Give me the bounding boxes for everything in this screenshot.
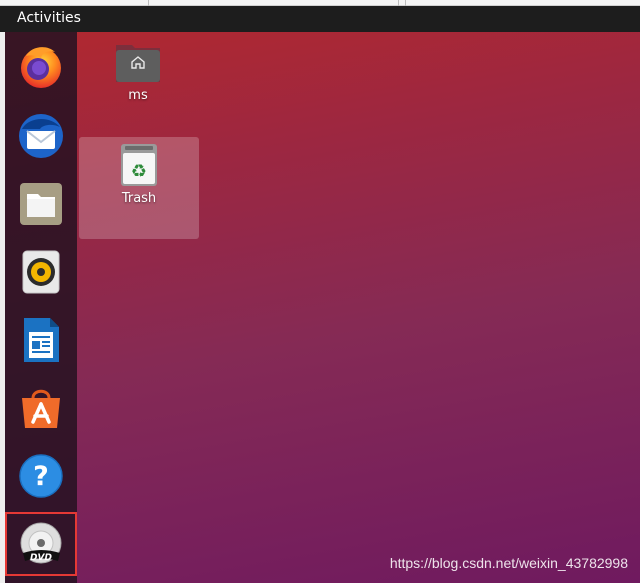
desktop-icon-label: ms — [128, 88, 148, 103]
trash-icon: ♻ — [121, 144, 157, 186]
software-bag-icon — [22, 389, 60, 428]
dock-item-rhythmbox[interactable] — [5, 240, 77, 304]
dock-item-libreoffice-writer[interactable] — [5, 308, 77, 372]
desktop-background — [0, 32, 640, 583]
help-icon: ? — [19, 454, 63, 498]
dock-item-ubuntu-software[interactable] — [5, 376, 77, 440]
watermark-url: https://blog.csdn.net/weixin_43782998 — [389, 555, 628, 571]
desktop-icon-home-folder[interactable]: ms — [108, 40, 168, 103]
dock-item-help[interactable]: ? — [5, 444, 77, 508]
files-folder-icon — [20, 183, 62, 225]
dock-item-thunderbird[interactable] — [5, 104, 77, 168]
activities-button[interactable]: Activities — [17, 10, 81, 26]
dvd-disc-icon: DVD — [20, 522, 62, 564]
dock-item-firefox[interactable] — [5, 34, 77, 98]
dock-item-dvd[interactable]: DVD — [5, 512, 77, 576]
writer-document-icon — [24, 318, 59, 362]
rhythmbox-speaker-icon — [22, 250, 60, 294]
thunderbird-mail-icon — [19, 114, 63, 158]
svg-text:DVD: DVD — [30, 553, 52, 563]
desktop-icon-label: Trash — [121, 191, 157, 206]
firefox-icon — [21, 47, 61, 88]
home-folder-icon — [116, 45, 160, 82]
desktop-icon-trash[interactable]: ♻ Trash — [79, 137, 199, 239]
svg-text:?: ? — [33, 461, 49, 492]
dock-item-files[interactable] — [5, 172, 77, 236]
dock: ? DVD — [5, 32, 77, 583]
svg-text:♻: ♻ — [131, 161, 147, 182]
top-bar: Activities — [0, 6, 640, 32]
